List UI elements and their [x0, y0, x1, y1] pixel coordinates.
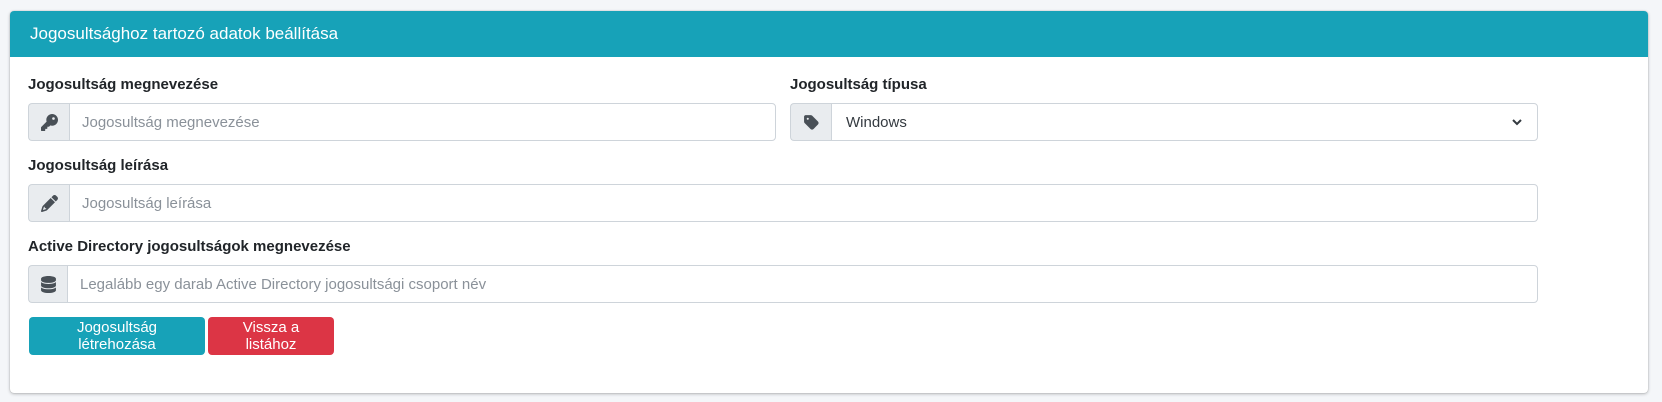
chevron-down-icon — [1512, 119, 1522, 126]
back-to-list-button[interactable]: Vissza a listához — [208, 317, 334, 355]
description-input-group — [28, 184, 1538, 222]
settings-card: Jogosultsághoz tartozó adatok beállítása… — [10, 11, 1648, 393]
database-icon — [28, 265, 67, 303]
card-header: Jogosultsághoz tartozó adatok beállítása — [10, 11, 1648, 57]
ad-groups-input[interactable] — [67, 265, 1538, 303]
type-input-group: Windows — [790, 103, 1538, 141]
type-select[interactable]: Windows — [831, 103, 1538, 141]
name-input[interactable] — [69, 103, 776, 141]
description-label: Jogosultság leírása — [28, 157, 169, 174]
name-label: Jogosultság megnevezése — [28, 76, 219, 93]
create-permission-button[interactable]: Jogosultság létrehozása — [29, 317, 205, 355]
type-select-value: Windows — [846, 113, 907, 131]
ad-groups-label: Active Directory jogosultságok megnevezé… — [28, 238, 351, 255]
name-input-group — [28, 103, 776, 141]
card-title: Jogosultsághoz tartozó adatok beállítása — [30, 24, 339, 43]
type-label: Jogosultság típusa — [790, 76, 927, 93]
description-input[interactable] — [69, 184, 1538, 222]
tag-icon — [790, 103, 831, 141]
ad-groups-input-group — [28, 265, 1538, 303]
pencil-icon — [28, 184, 69, 222]
key-icon — [28, 103, 69, 141]
